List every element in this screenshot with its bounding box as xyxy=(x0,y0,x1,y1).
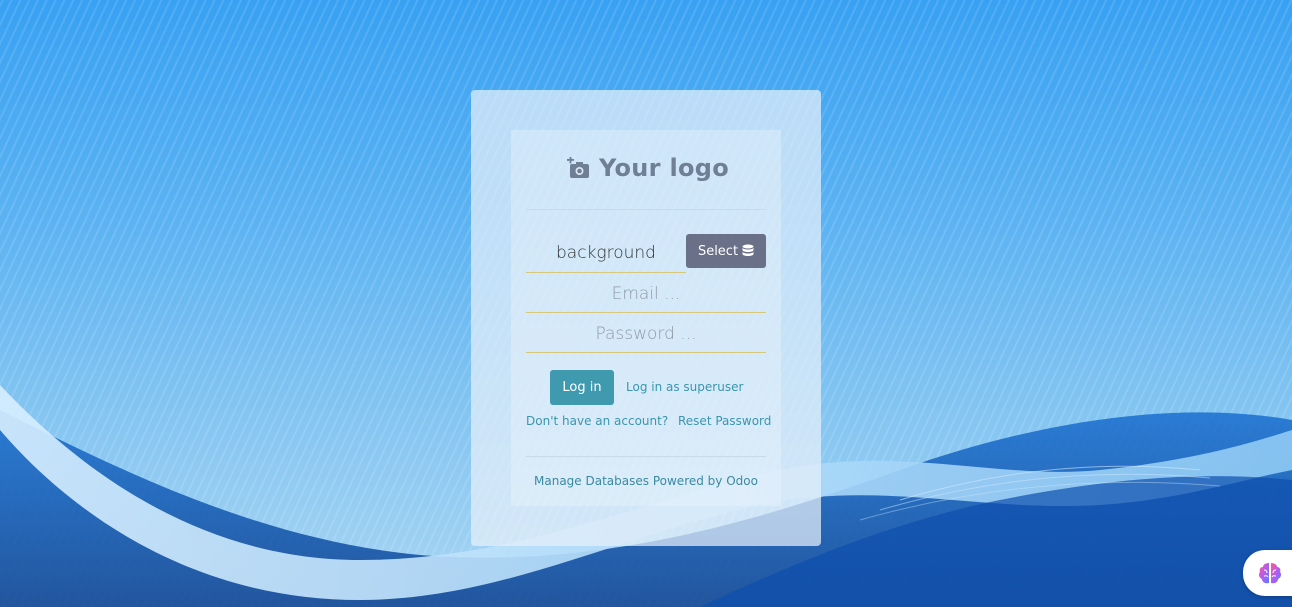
logo-separator xyxy=(526,209,766,210)
logo-text: Your logo xyxy=(599,154,730,182)
brain-icon xyxy=(1258,563,1282,584)
login-card: Your logo Select Log in Log in as superu… xyxy=(471,90,821,546)
reset-password-link[interactable]: Reset Password xyxy=(678,414,771,428)
company-logo: Your logo xyxy=(567,154,729,182)
database-field[interactable] xyxy=(526,234,686,273)
password-input[interactable] xyxy=(526,315,766,352)
footer: Manage Databases Powered by Odoo xyxy=(526,474,766,488)
powered-by-text: Powered by xyxy=(652,474,723,488)
add-camera-icon xyxy=(567,157,589,178)
select-database-button[interactable]: Select xyxy=(686,234,766,268)
floating-assistant-button[interactable] xyxy=(1243,550,1292,596)
login-button[interactable]: Log in xyxy=(550,370,614,405)
signup-link[interactable]: Don't have an account? xyxy=(526,414,668,428)
select-button-label: Select xyxy=(697,243,739,259)
database-icon xyxy=(742,244,754,256)
login-as-superuser-link[interactable]: Log in as superuser xyxy=(626,380,743,394)
footer-separator xyxy=(526,456,766,457)
password-field[interactable] xyxy=(526,315,766,353)
email-input[interactable] xyxy=(526,275,766,312)
database-input[interactable] xyxy=(526,234,686,272)
email-field[interactable] xyxy=(526,275,766,313)
odoo-link[interactable]: Odoo xyxy=(726,474,758,488)
login-button-label: Log in xyxy=(562,380,602,395)
manage-databases-link[interactable]: Manage Databases xyxy=(534,474,649,488)
